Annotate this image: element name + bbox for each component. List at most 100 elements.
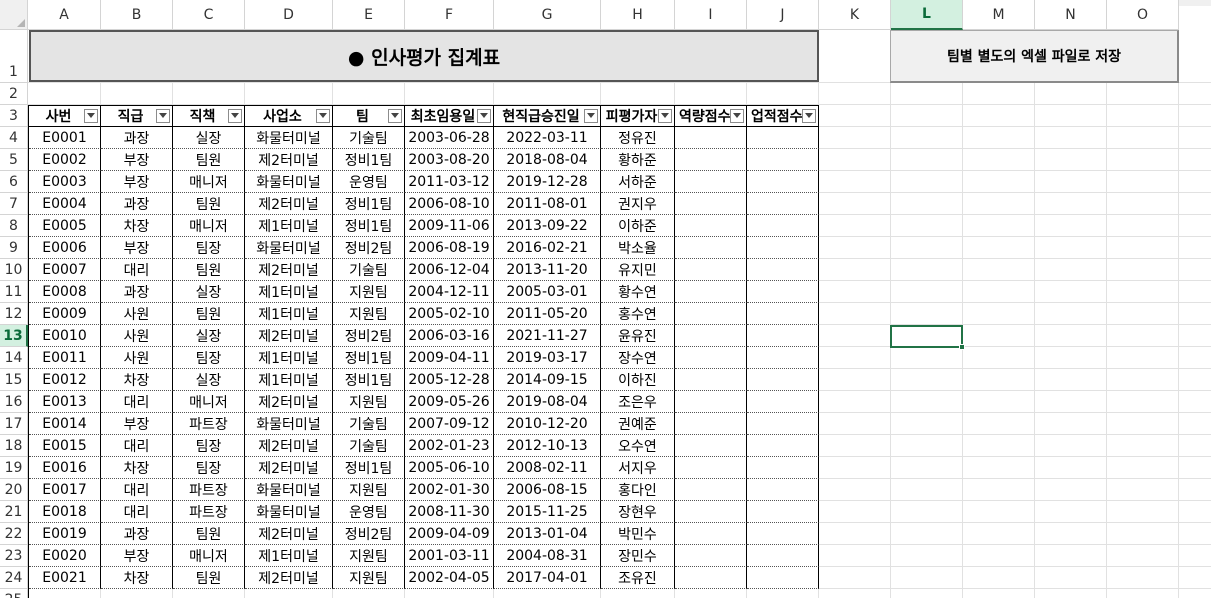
table-cell[interactable]: 대리: [101, 391, 173, 413]
table-cell[interactable]: 과장: [101, 281, 173, 303]
row-header[interactable]: 2: [0, 83, 28, 105]
table-cell[interactable]: 2013-09-22: [494, 215, 601, 237]
column-header[interactable]: F: [405, 0, 494, 30]
table-cell[interactable]: 제2터미널: [245, 259, 333, 281]
table-cell[interactable]: 매니저: [173, 391, 245, 413]
table-cell[interactable]: [747, 347, 819, 369]
table-cell[interactable]: 차장: [101, 369, 173, 391]
column-header[interactable]: H: [601, 0, 675, 30]
spreadsheet-grid[interactable]: ABCDEFGHIJKLMNO 1 2 3 4 5 6 7 8 9 10 11 12 13 14 15 16 1…: [0, 0, 1211, 598]
column-header[interactable]: J: [747, 0, 819, 30]
table-cell[interactable]: 화물터미널: [245, 501, 333, 523]
table-cell[interactable]: [675, 347, 747, 369]
table-cell[interactable]: 박소율: [601, 237, 675, 259]
column-header[interactable]: D: [245, 0, 333, 30]
table-cell[interactable]: 팀원: [173, 149, 245, 171]
table-cell[interactable]: 2005-06-10: [405, 457, 494, 479]
table-cell[interactable]: 2005-02-10: [405, 303, 494, 325]
table-cell[interactable]: E0016: [29, 457, 101, 479]
table-cell[interactable]: E0001: [29, 127, 101, 149]
table-cell[interactable]: E0021: [29, 567, 101, 589]
table-cell[interactable]: 제2터미널: [245, 457, 333, 479]
table-cell[interactable]: 차장: [101, 215, 173, 237]
table-cell[interactable]: 권지우: [601, 193, 675, 215]
table-cell[interactable]: E0015: [29, 435, 101, 457]
table-cell[interactable]: 유지민: [601, 259, 675, 281]
table-cell[interactable]: [675, 259, 747, 281]
table-cell[interactable]: 팀원: [173, 303, 245, 325]
table-cell[interactable]: E0003: [29, 171, 101, 193]
table-cell[interactable]: 매니저: [173, 545, 245, 567]
row-header[interactable]: 17: [0, 413, 28, 435]
table-cell[interactable]: 팀원: [173, 259, 245, 281]
table-cell[interactable]: 기술팀: [333, 259, 405, 281]
table-cell[interactable]: 지원팀: [333, 281, 405, 303]
table-cell[interactable]: [747, 127, 819, 149]
column-header[interactable]: I: [675, 0, 747, 30]
table-cell[interactable]: 사원: [101, 347, 173, 369]
table-cell[interactable]: 2018-08-04: [494, 149, 601, 171]
column-header[interactable]: L: [891, 0, 963, 30]
table-cell[interactable]: 정비1팀: [333, 347, 405, 369]
table-cell[interactable]: [675, 303, 747, 325]
table-cell[interactable]: [747, 567, 819, 589]
table-cell[interactable]: 2019-12-28: [494, 171, 601, 193]
table-cell[interactable]: E0012: [29, 369, 101, 391]
table-cell[interactable]: [675, 545, 747, 567]
table-cell[interactable]: [747, 303, 819, 325]
column-header[interactable]: O: [1107, 0, 1179, 30]
table-cell[interactable]: E0008: [29, 281, 101, 303]
table-cell[interactable]: 지원팀: [333, 303, 405, 325]
table-cell[interactable]: 2003-06-28: [405, 127, 494, 149]
table-cell[interactable]: 2011-05-20: [494, 303, 601, 325]
table-cell[interactable]: 팀장: [173, 435, 245, 457]
table-cell[interactable]: 제2터미널: [245, 435, 333, 457]
table-cell[interactable]: 운영팀: [333, 171, 405, 193]
table-cell[interactable]: [675, 457, 747, 479]
table-cell[interactable]: 실장: [173, 281, 245, 303]
table-cell[interactable]: 제1터미널: [245, 215, 333, 237]
table-cell[interactable]: 기술팀: [333, 435, 405, 457]
column-header[interactable]: G: [494, 0, 601, 30]
table-cell[interactable]: 2017-04-01: [494, 567, 601, 589]
table-cell[interactable]: 제2터미널: [245, 391, 333, 413]
table-cell[interactable]: 황하준: [601, 149, 675, 171]
column-header[interactable]: M: [963, 0, 1035, 30]
row-header[interactable]: 8: [0, 215, 28, 237]
table-cell[interactable]: 제2터미널: [245, 523, 333, 545]
table-cell[interactable]: 2019-08-04: [494, 391, 601, 413]
table-cell[interactable]: 정비2팀: [333, 325, 405, 347]
table-cell[interactable]: 제2터미널: [245, 325, 333, 347]
table-cell[interactable]: [675, 281, 747, 303]
table-cell[interactable]: E0009: [29, 303, 101, 325]
table-cell[interactable]: 과장: [101, 127, 173, 149]
row-header[interactable]: 19: [0, 457, 28, 479]
table-cell[interactable]: 제2터미널: [245, 149, 333, 171]
select-all-corner[interactable]: [0, 0, 28, 30]
table-cell[interactable]: 2019-03-17: [494, 347, 601, 369]
table-cell[interactable]: 2006-12-04: [405, 259, 494, 281]
table-cell[interactable]: 기술팀: [333, 413, 405, 435]
table-cell[interactable]: 2009-05-26: [405, 391, 494, 413]
table-cell[interactable]: 부장: [101, 545, 173, 567]
table-cell[interactable]: 2005-12-28: [405, 369, 494, 391]
table-cell[interactable]: 2022-03-11: [494, 127, 601, 149]
row-header[interactable]: 21: [0, 501, 28, 523]
table-cell[interactable]: [675, 479, 747, 501]
filter-dropdown-icon[interactable]: [228, 108, 242, 123]
table-cell[interactable]: 대리: [101, 259, 173, 281]
table-cell[interactable]: [747, 281, 819, 303]
table-cell[interactable]: 정비1팀: [333, 215, 405, 237]
table-cell[interactable]: 대리: [101, 479, 173, 501]
table-cell[interactable]: 제1터미널: [245, 303, 333, 325]
table-cell[interactable]: 대리: [101, 435, 173, 457]
table-cell[interactable]: 오수연: [601, 435, 675, 457]
table-cell[interactable]: 2010-12-20: [494, 413, 601, 435]
table-cell[interactable]: [747, 545, 819, 567]
filter-dropdown-icon[interactable]: [584, 108, 598, 123]
table-cell[interactable]: 서하준: [601, 171, 675, 193]
table-cell[interactable]: 2008-11-30: [405, 501, 494, 523]
table-cell[interactable]: 제1터미널: [245, 347, 333, 369]
table-cell[interactable]: [675, 171, 747, 193]
table-cell[interactable]: 팀원: [173, 567, 245, 589]
